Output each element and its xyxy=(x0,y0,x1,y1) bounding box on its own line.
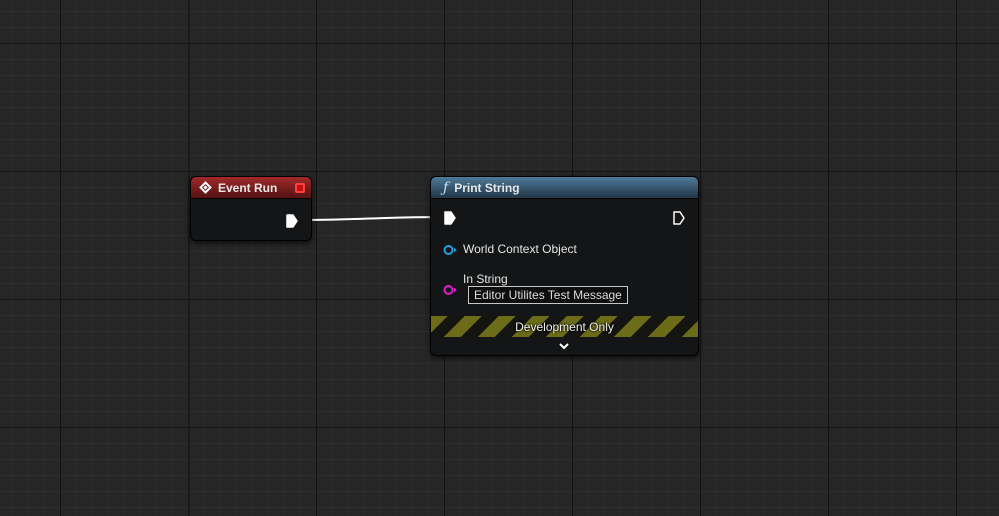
in-string-pin[interactable] xyxy=(443,283,457,295)
event-diamond-icon xyxy=(199,181,212,194)
print-string-node[interactable]: ƒ Print String World Context Object In S… xyxy=(430,176,699,356)
delegate-pin-icon[interactable] xyxy=(295,183,305,193)
in-string-label: In String xyxy=(463,272,508,286)
event-run-node[interactable]: Event Run xyxy=(190,176,312,241)
in-string-input[interactable]: Editor Utilites Test Message xyxy=(468,286,628,304)
world-context-object-label: World Context Object xyxy=(463,242,577,256)
print-exec-in-pin[interactable] xyxy=(444,211,456,225)
event-run-title: Event Run xyxy=(218,180,278,195)
print-exec-out-pin[interactable] xyxy=(673,211,685,225)
function-icon: ƒ xyxy=(443,179,449,196)
world-context-object-pin[interactable] xyxy=(443,243,457,255)
print-string-header[interactable]: ƒ Print String xyxy=(431,177,698,199)
chevron-down-icon[interactable] xyxy=(558,338,570,350)
print-string-title: Print String xyxy=(454,180,520,195)
event-run-header[interactable]: Event Run xyxy=(191,177,311,199)
exec-wire[interactable] xyxy=(301,216,445,221)
development-only-label: Development Only xyxy=(515,319,614,334)
development-only-banner: Development Only xyxy=(431,316,698,337)
event-exec-out-pin[interactable] xyxy=(286,214,298,228)
